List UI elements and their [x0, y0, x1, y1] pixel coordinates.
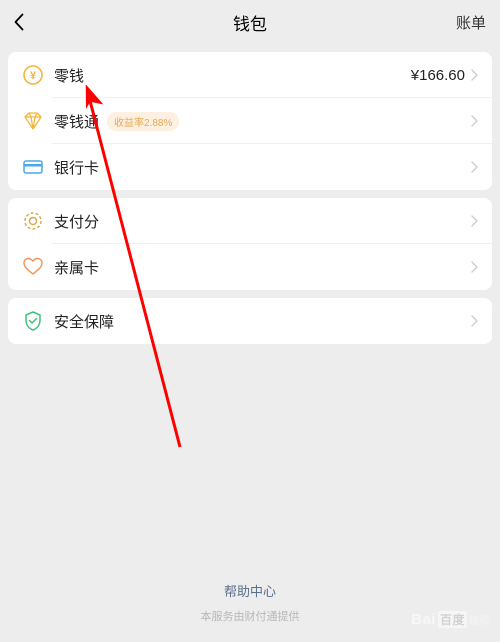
balance-value: ¥166.60 [411, 67, 465, 84]
back-button[interactable] [14, 13, 38, 31]
card-icon [22, 156, 44, 178]
bankcard-label: 银行卡 [54, 157, 99, 178]
payscore-label: 支付分 [54, 211, 99, 232]
chevron-right-icon [471, 215, 478, 227]
page-title: 钱包 [233, 10, 267, 35]
balance-item[interactable]: ¥ 零钱 ¥166.60 [8, 52, 492, 98]
chevron-right-icon [471, 69, 478, 81]
balance-label: 零钱 [54, 65, 84, 86]
lqt-label: 零钱通 [54, 111, 99, 132]
chevron-right-icon [471, 315, 478, 327]
shield-icon [22, 310, 44, 332]
heart-icon [22, 256, 44, 278]
security-label: 安全保障 [54, 311, 114, 332]
familycard-label: 亲属卡 [54, 257, 99, 278]
security-item[interactable]: 安全保障 [8, 298, 492, 344]
familycard-item[interactable]: 亲属卡 [8, 244, 492, 290]
pay-section: 支付分 亲属卡 [8, 198, 492, 290]
coin-icon: ¥ [22, 64, 44, 86]
payscore-item[interactable]: 支付分 [8, 198, 492, 244]
bankcard-item[interactable]: 银行卡 [8, 144, 492, 190]
watermark: Bai百度经验 [411, 611, 490, 628]
header: 钱包 账单 [0, 0, 500, 44]
chevron-right-icon [471, 115, 478, 127]
yield-badge: 收益率2.88% [107, 112, 179, 131]
diamond-icon [22, 110, 44, 132]
wallet-section: ¥ 零钱 ¥166.60 零钱通 收益率2.88% 银行卡 [8, 52, 492, 190]
help-link[interactable]: 帮助中心 [224, 581, 276, 600]
chevron-right-icon [471, 261, 478, 273]
bills-button[interactable]: 账单 [456, 12, 486, 33]
svg-text:¥: ¥ [30, 70, 37, 82]
security-section: 安全保障 [8, 298, 492, 344]
lqt-item[interactable]: 零钱通 收益率2.88% [8, 98, 492, 144]
chevron-right-icon [471, 161, 478, 173]
chevron-left-icon [14, 13, 24, 31]
score-icon [22, 210, 44, 232]
